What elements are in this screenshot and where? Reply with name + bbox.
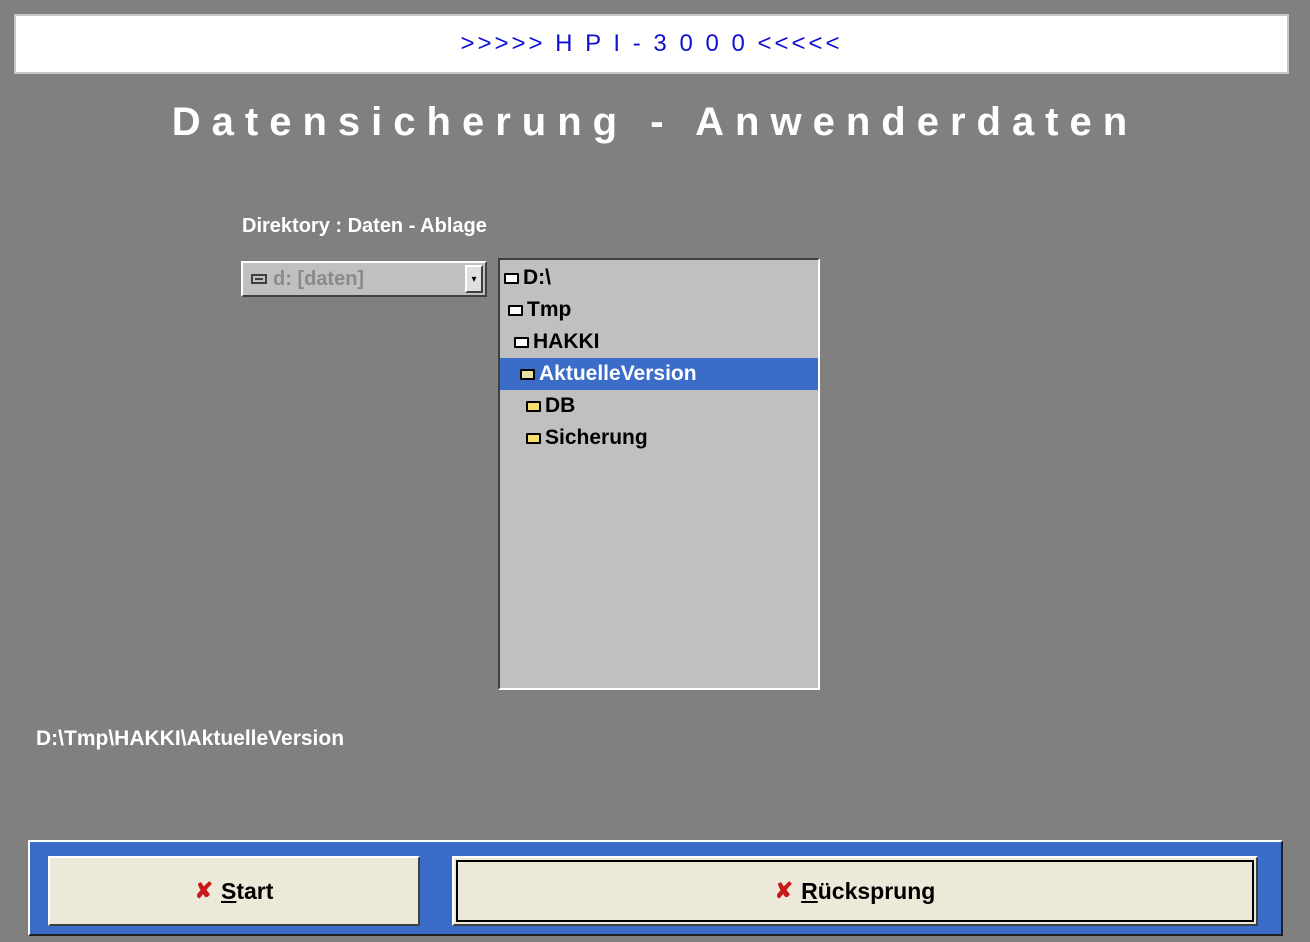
x-icon: ✘ (774, 878, 794, 903)
x-icon: ✘ (194, 878, 214, 903)
tree-item-label: D:\ (523, 266, 551, 289)
title-banner-frame: >>>>> H P I - 3 0 0 0 <<<<< (14, 14, 1289, 74)
directory-tree[interactable]: D:\ Tmp HAKKI AktuelleVersion DB Sicheru… (498, 258, 820, 690)
drive-icon (251, 274, 267, 284)
drive-select-value: d: [daten] (273, 267, 365, 290)
app-banner: >>>>> H P I - 3 0 0 0 <<<<< (460, 30, 843, 57)
folder-open-icon (508, 304, 523, 316)
ruecksprung-button[interactable]: ✘ Rücksprung (452, 856, 1258, 926)
tree-item-aktuelleversion[interactable]: AktuelleVersion (500, 358, 818, 390)
folder-icon (526, 400, 541, 412)
current-path: D:\Tmp\HAKKI\AktuelleVersion (36, 727, 345, 750)
start-label: tart (236, 877, 274, 904)
tree-item-hakki[interactable]: HAKKI (500, 326, 818, 358)
page-title: Datensicherung - Anwenderdaten (171, 100, 1139, 144)
tree-item-tmp[interactable]: Tmp (500, 294, 818, 326)
tree-item-db[interactable]: DB (500, 390, 818, 422)
folder-open-icon (504, 272, 519, 284)
chevron-down-icon[interactable]: ▾ (465, 265, 483, 293)
start-button[interactable]: ✘ Start (48, 856, 420, 926)
directory-label: Direktory : Daten - Ablage (242, 215, 487, 237)
tree-item-sicherung[interactable]: Sicherung (500, 422, 818, 454)
tree-item-label: DB (545, 394, 576, 417)
ruecksprung-accel: R (801, 877, 818, 904)
start-accel: S (221, 877, 237, 904)
folder-open-icon (520, 368, 535, 380)
ruecksprung-label: ücksprung (817, 877, 936, 904)
tree-item-label: HAKKI (533, 330, 600, 353)
tree-item-label: AktuelleVersion (539, 362, 697, 385)
tree-item-label: Tmp (527, 298, 572, 321)
tree-item-label: Sicherung (545, 426, 648, 449)
tree-item-d-root[interactable]: D:\ (500, 262, 818, 294)
folder-icon (526, 432, 541, 444)
button-bar: ✘ Start ✘ Rücksprung (28, 840, 1283, 936)
folder-open-icon (514, 336, 529, 348)
drive-select[interactable]: d: [daten] ▾ (241, 261, 487, 297)
